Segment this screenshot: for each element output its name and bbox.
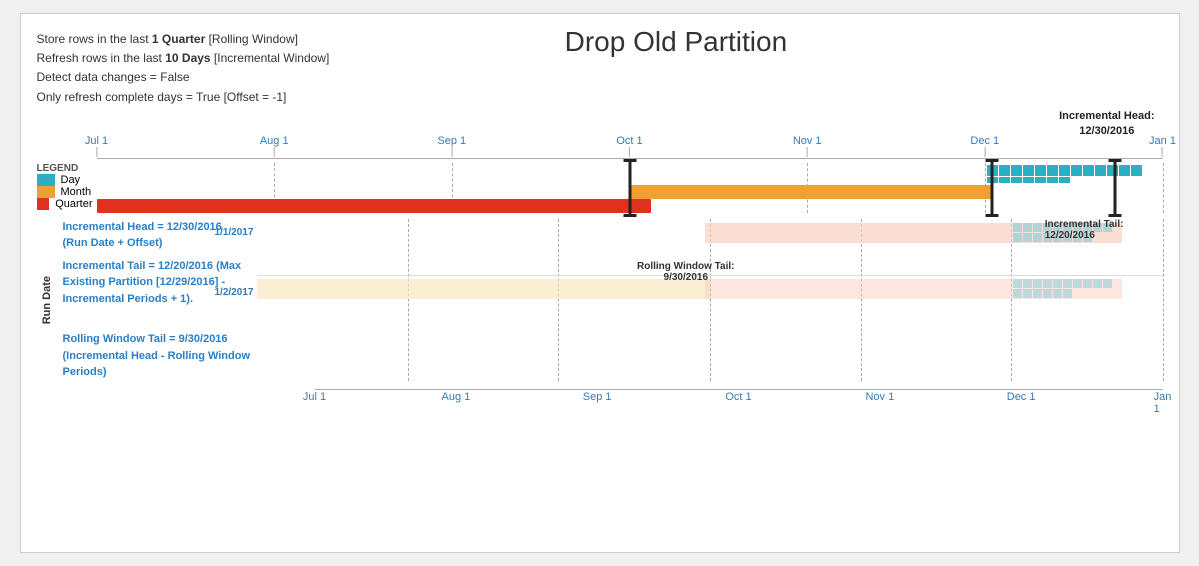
teal-sq	[999, 165, 1010, 176]
quarter-bar	[97, 199, 651, 213]
info-line-2: Refresh rows in the last 10 Days [Increm…	[37, 49, 330, 68]
teal-sq-light	[1013, 223, 1022, 232]
axis-label-dec: Dec 1	[970, 135, 999, 157]
vline2-nov	[861, 219, 862, 381]
bot-axis-oct: Oct 1	[725, 391, 751, 403]
teal-sq-light2	[1103, 279, 1112, 288]
teal-sq-light2	[1023, 279, 1032, 288]
teal-sq-light	[1023, 233, 1032, 242]
info-column: Incremental Head = 12/30/2016(Run Date +…	[57, 219, 257, 381]
bot-axis-nov: Nov 1	[865, 391, 894, 403]
annotation-section: Run Date Incremental Head = 12/30/2016(R…	[37, 219, 1163, 381]
info-days-bold: 10 Days	[165, 51, 210, 65]
teal-sq	[999, 177, 1010, 183]
vline2-aug	[408, 219, 409, 381]
header-section: Store rows in the last 1 Quarter [Rollin…	[37, 30, 1163, 107]
day-bar	[987, 165, 1147, 183]
run-date-label-2: 1/2/2017	[215, 287, 254, 298]
teal-sq	[1095, 165, 1106, 176]
legend-label-quarter: Quarter	[55, 198, 92, 210]
axis-label-sep: Sep 1	[437, 135, 466, 157]
bot-axis-jul: Jul 1	[303, 391, 326, 403]
run-date-label-1: 1/1/2017	[215, 227, 254, 238]
teal-sq-light2	[1093, 279, 1102, 288]
teal-sq-light2	[1053, 289, 1062, 298]
teal-sq	[1059, 177, 1070, 183]
teal-sq	[1131, 165, 1142, 176]
legend-item-day: Day	[37, 174, 93, 186]
teal-sq-light2	[1043, 279, 1052, 288]
info-inc-tail: Incremental Tail = 12/20/2016 (MaxExisti…	[63, 258, 257, 308]
teal-sq-light2	[1053, 279, 1062, 288]
teal-sq	[1023, 177, 1034, 183]
teal-sq-light2	[1033, 279, 1042, 288]
vline2-oct	[710, 219, 711, 381]
teal-sq	[1035, 177, 1046, 183]
axis-label-jul: Jul 1	[85, 135, 108, 157]
incremental-head-label: Incremental Head:12/30/2016	[1059, 109, 1154, 140]
info-line-1: Store rows in the last 1 Quarter [Rollin…	[37, 30, 330, 49]
teal-sq-light2	[1063, 289, 1072, 298]
axis-label-nov: Nov 1	[793, 135, 822, 157]
teal-sq-light	[1033, 233, 1042, 242]
inc-tail-label: Incremental Tail:12/20/2016	[1045, 219, 1124, 241]
teal-sq	[1011, 177, 1022, 183]
info-line-3: Detect data changes = False	[37, 68, 330, 87]
legend-label-month: Month	[61, 186, 92, 198]
legend-item-quarter: Quarter	[37, 198, 93, 210]
teal-sq-light2	[1073, 279, 1082, 288]
inc-head-marker	[1113, 159, 1116, 217]
teal-sq	[1083, 165, 1094, 176]
bot-axis-sep: Sep 1	[583, 391, 612, 403]
teal-sq	[1059, 165, 1070, 176]
vline2-jan	[1163, 219, 1164, 381]
teal-sq-light2	[1063, 279, 1072, 288]
info-line-4: Only refresh complete days = True [Offse…	[37, 88, 330, 107]
legend-item-month: Month	[37, 186, 93, 198]
bot-axis-jan: Jan 1	[1154, 391, 1172, 415]
month-bar	[630, 185, 992, 199]
run2-day-squares	[1013, 279, 1122, 299]
legend-label-day: Day	[61, 174, 81, 186]
run-rows-area: 1/1/2017 1/2/2017	[257, 219, 1163, 381]
bot-axis-dec: Dec 1	[1007, 391, 1036, 403]
legend-color-day	[37, 174, 55, 186]
teal-sq-light2	[1083, 279, 1092, 288]
teal-sq	[1011, 165, 1022, 176]
run-date-label: Run Date	[37, 219, 57, 381]
vline-jan	[1163, 163, 1164, 213]
teal-sq-light2	[1033, 289, 1042, 298]
teal-sq-light	[1023, 223, 1032, 232]
rolling-tail-label: Rolling Window Tail:9/30/2016	[637, 261, 735, 283]
legend-color-quarter	[37, 198, 50, 210]
legend-title: LEGEND	[37, 163, 93, 174]
gantt-area	[97, 163, 1163, 213]
teal-sq	[1119, 165, 1130, 176]
legend: LEGEND Day Month Quarter	[37, 163, 97, 213]
vline2-sep	[558, 219, 559, 381]
teal-sq	[1023, 165, 1034, 176]
axis-label-aug: Aug 1	[260, 135, 289, 157]
teal-sq-light2	[1043, 289, 1052, 298]
oct-marker	[628, 159, 631, 217]
page-title: Drop Old Partition	[329, 26, 1022, 58]
header-info: Store rows in the last 1 Quarter [Rollin…	[37, 30, 330, 107]
info-rolling-tail: Rolling Window Tail = 9/30/2016(Incremen…	[63, 331, 257, 381]
bot-axis-aug: Aug 1	[441, 391, 470, 403]
main-container: Store rows in the last 1 Quarter [Rollin…	[20, 13, 1180, 553]
teal-sq-light2	[1023, 289, 1032, 298]
dec-marker	[990, 159, 993, 217]
teal-sq-light2	[1013, 289, 1022, 298]
info-quarter-bold: 1 Quarter	[152, 32, 205, 46]
teal-sq-light	[1033, 223, 1042, 232]
axis-label-oct: Oct 1	[616, 135, 642, 157]
vline2-dec	[1011, 219, 1012, 381]
teal-sq	[1047, 177, 1058, 183]
teal-sq-light2	[1013, 279, 1022, 288]
legend-color-month	[37, 186, 55, 198]
teal-sq	[1035, 165, 1046, 176]
teal-sq-light	[1013, 233, 1022, 242]
teal-sq	[1047, 165, 1058, 176]
teal-sq	[1071, 165, 1082, 176]
